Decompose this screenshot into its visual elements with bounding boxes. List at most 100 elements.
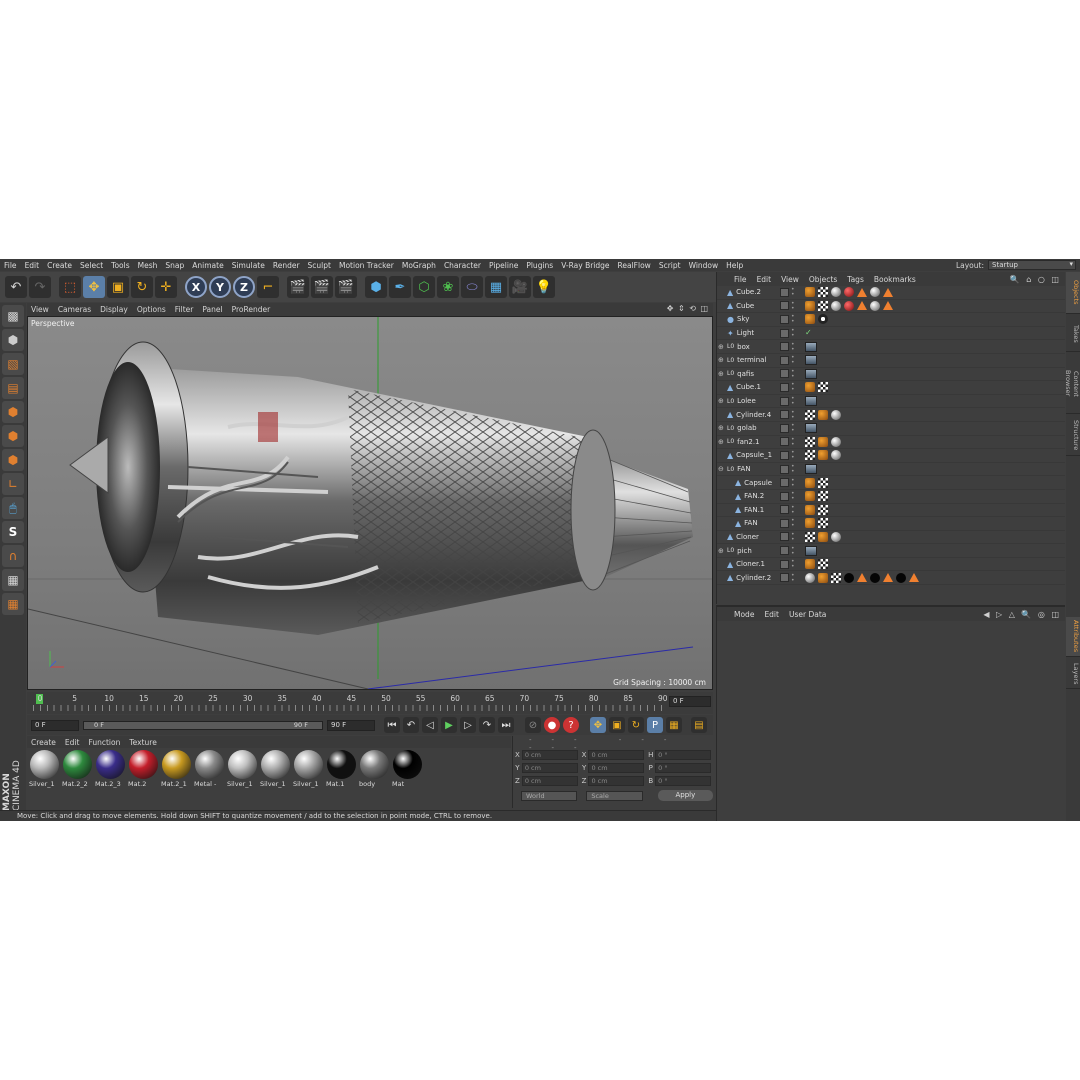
tag-icon[interactable] xyxy=(844,572,854,583)
layer-swatch-icon[interactable] xyxy=(780,478,789,488)
tag-icon[interactable] xyxy=(818,314,828,325)
material-menu-edit[interactable]: Edit xyxy=(65,738,80,747)
viewport-menu-panel[interactable]: Panel xyxy=(202,305,222,314)
object-row[interactable]: ✦ Light • • ✓ xyxy=(717,327,1065,341)
move-tool-icon[interactable]: ✥ xyxy=(83,276,105,298)
menu-sculpt[interactable]: Sculpt xyxy=(308,261,331,270)
tag-icon[interactable] xyxy=(805,382,815,393)
layer-swatch-icon[interactable] xyxy=(780,464,789,474)
texture-mode-icon[interactable]: ▧ xyxy=(2,353,24,375)
material-menu-create[interactable]: Create xyxy=(31,738,56,747)
tab-layers[interactable]: Layers xyxy=(1066,659,1080,689)
material-menu-function[interactable]: Function xyxy=(88,738,120,747)
record-active-objects-icon[interactable]: ● xyxy=(544,717,560,733)
tag-icon[interactable] xyxy=(805,477,815,488)
layer-swatch-icon[interactable] xyxy=(780,450,789,460)
object-row[interactable]: ● Sky • • xyxy=(717,313,1065,327)
material-swatch[interactable]: Mat.2_1 xyxy=(161,750,192,788)
object-menu-file[interactable]: File xyxy=(734,275,747,284)
play-forward-icon[interactable]: ▶ xyxy=(441,717,457,733)
menu-mesh[interactable]: Mesh xyxy=(138,261,158,270)
previous-key-icon[interactable]: ↶ xyxy=(403,717,419,733)
x-axis-lock-button[interactable]: X xyxy=(185,276,207,298)
attribute-nav-icons[interactable]: ◀ ▷ △ 🔍 ◎ ◫ xyxy=(983,610,1061,619)
layer-swatch-icon[interactable] xyxy=(780,505,789,515)
cube-primitive-icon[interactable]: ⬢ xyxy=(365,276,387,298)
layer-swatch-icon[interactable] xyxy=(780,287,789,297)
viewport-nav-icons[interactable]: ✥ ⇕ ⟲ ◫ xyxy=(667,304,709,313)
tag-icon[interactable] xyxy=(805,559,815,570)
rotation-field[interactable]: 0 ° xyxy=(655,749,712,760)
object-row[interactable]: ▲ Cloner.1 • • xyxy=(717,558,1065,572)
visibility-dots-icon[interactable]: • • xyxy=(791,559,795,570)
object-row[interactable]: ▲ FAN.2 • • xyxy=(717,490,1065,504)
undo-icon[interactable]: ↶ xyxy=(5,276,27,298)
object-row[interactable]: ⊕ L0 golab • • xyxy=(717,422,1065,436)
menu-select[interactable]: Select xyxy=(80,261,103,270)
subdivision-surface-icon[interactable]: ⬡ xyxy=(413,276,435,298)
object-menu-tags[interactable]: Tags xyxy=(847,275,864,284)
tag-icon[interactable] xyxy=(805,545,817,556)
tag-icon[interactable] xyxy=(870,287,880,298)
tag-icon[interactable] xyxy=(844,300,854,311)
edit-render-settings-icon[interactable]: 🎬 xyxy=(335,276,357,298)
make-editable-icon[interactable]: ▩ xyxy=(2,305,24,327)
visibility-dots-icon[interactable]: • • xyxy=(791,409,795,420)
material-swatch[interactable]: Mat xyxy=(392,750,423,788)
timeline-window-icon[interactable]: ▤ xyxy=(691,717,707,733)
axis-mode-icon[interactable]: ∟ xyxy=(2,473,24,495)
menu-mograph[interactable]: MoGraph xyxy=(402,261,436,270)
tag-icon[interactable] xyxy=(909,573,919,583)
layer-swatch-icon[interactable] xyxy=(780,423,789,433)
menu-edit[interactable]: Edit xyxy=(25,261,40,270)
tag-icon[interactable] xyxy=(805,409,815,420)
layer-swatch-icon[interactable] xyxy=(780,573,789,583)
tag-icon[interactable] xyxy=(831,287,841,298)
tag-icon[interactable] xyxy=(805,355,817,366)
viewport-menu-cameras[interactable]: Cameras xyxy=(58,305,91,314)
timeline-end-field[interactable]: 0 F xyxy=(669,696,711,707)
tag-icon[interactable] xyxy=(805,368,817,379)
layer-swatch-icon[interactable] xyxy=(780,437,789,447)
menu-create[interactable]: Create xyxy=(47,261,72,270)
tag-icon[interactable] xyxy=(818,477,828,488)
viewport-menu-filter[interactable]: Filter xyxy=(175,305,194,314)
material-swatch[interactable]: Metal - xyxy=(194,750,225,788)
object-name[interactable]: Cube.1 xyxy=(736,383,786,391)
visibility-dots-icon[interactable]: • • xyxy=(791,504,795,515)
object-name[interactable]: Cylinder.4 xyxy=(736,411,786,419)
object-menu-objects[interactable]: Objects xyxy=(809,275,837,284)
tab-attributes[interactable]: Attributes xyxy=(1066,617,1080,657)
rotation-field[interactable]: 0 ° xyxy=(655,775,712,786)
object-name[interactable]: Cloner xyxy=(736,533,786,541)
rotation-field[interactable]: 0 ° xyxy=(655,762,712,773)
menu-animate[interactable]: Animate xyxy=(192,261,223,270)
layer-swatch-icon[interactable] xyxy=(780,410,789,420)
cloner-mograph-icon[interactable]: ❀ xyxy=(437,276,459,298)
viewport-menu-prorender[interactable]: ProRender xyxy=(232,305,271,314)
object-row[interactable]: ▲ Capsule_1 • • xyxy=(717,449,1065,463)
visibility-dots-icon[interactable]: • • xyxy=(791,314,795,325)
tag-icon[interactable] xyxy=(805,464,817,475)
material-swatch[interactable]: Mat.2_2 xyxy=(62,750,93,788)
tab-takes[interactable]: Takes xyxy=(1066,316,1080,352)
tag-icon[interactable] xyxy=(818,572,828,583)
tag-icon[interactable] xyxy=(831,436,841,447)
material-menu-texture[interactable]: Texture xyxy=(129,738,156,747)
object-name[interactable]: Cloner.1 xyxy=(736,560,786,568)
menu-script[interactable]: Script xyxy=(659,261,681,270)
menu-pipeline[interactable]: Pipeline xyxy=(489,261,518,270)
visibility-dots-icon[interactable]: • • xyxy=(791,300,795,311)
go-to-start-icon[interactable]: ⏮ xyxy=(384,717,400,733)
visibility-dots-icon[interactable]: • • xyxy=(791,477,795,488)
key-rotation-icon[interactable]: ↻ xyxy=(628,717,644,733)
visibility-dots-icon[interactable]: • • xyxy=(791,341,795,352)
tag-icon[interactable] xyxy=(805,491,815,502)
viewport-menu-options[interactable]: Options xyxy=(137,305,166,314)
attribute-menu-user-data[interactable]: User Data xyxy=(789,610,826,619)
menu-file[interactable]: File xyxy=(4,261,17,270)
tag-icon[interactable] xyxy=(896,572,906,583)
object-row[interactable]: ⊖ L0 FAN • • xyxy=(717,463,1065,477)
visibility-dots-icon[interactable]: • • xyxy=(791,436,795,447)
layer-swatch-icon[interactable] xyxy=(780,382,789,392)
